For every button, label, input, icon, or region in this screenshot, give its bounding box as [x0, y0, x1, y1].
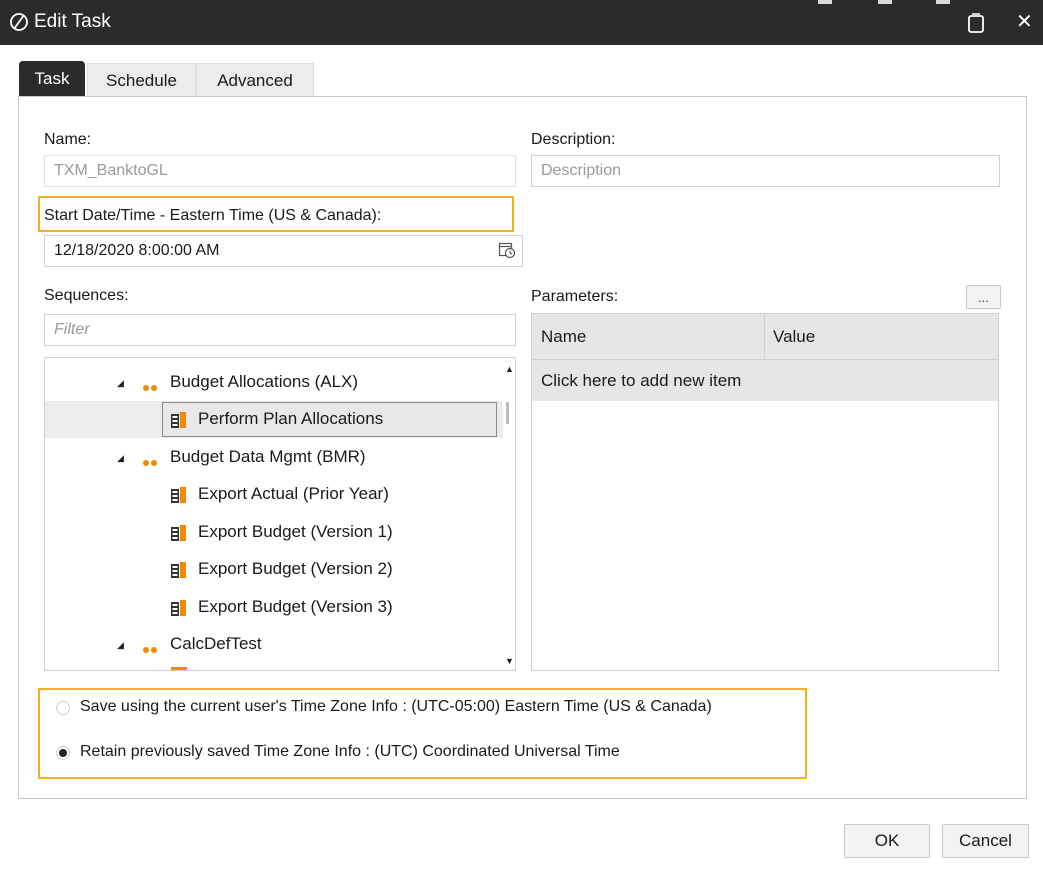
sequence-filter-input[interactable]: Filter [44, 314, 516, 346]
tree-scrollbar[interactable]: ▲ ▼ [503, 358, 515, 670]
calendar-clock-icon[interactable] [498, 241, 516, 259]
tree-item-perform-plan-allocations[interactable]: Perform Plan Allocations [45, 401, 503, 438]
name-field: TXM_BanktoGL [44, 155, 516, 187]
tree-item-export-actual[interactable]: Export Actual (Prior Year) [45, 476, 503, 513]
sequences-label: Sequences: [44, 287, 129, 304]
column-divider[interactable] [764, 314, 765, 359]
title-bar: Edit Task ✕ [0, 0, 1043, 45]
partial-tree-item-icon [171, 667, 187, 670]
tab-label: Schedule [106, 70, 177, 90]
timezone-retain-radio[interactable] [56, 746, 70, 760]
sequence-item-icon [171, 525, 186, 541]
parameters-more-button[interactable]: ... [966, 285, 1001, 309]
timezone-retain-label[interactable]: Retain previously saved Time Zone Info :… [80, 743, 620, 761]
filter-placeholder: Filter [54, 321, 90, 338]
scroll-up-icon[interactable]: ▲ [505, 364, 514, 374]
tab-schedule[interactable]: Schedule [87, 63, 196, 97]
tree-label: CalcDefTest [170, 634, 262, 653]
timezone-current-radio[interactable] [56, 701, 70, 715]
group-icon [143, 638, 159, 658]
expand-arrow-icon[interactable]: ◢ [117, 453, 124, 464]
tree-label: Export Budget (Version 1) [198, 522, 393, 541]
group-icon [143, 451, 159, 471]
app-logo-icon [10, 13, 28, 31]
cancel-button[interactable]: Cancel [942, 824, 1029, 858]
add-new-item-row[interactable]: Click here to add new item [532, 360, 998, 401]
tree-item-export-budget-v1[interactable]: Export Budget (Version 1) [45, 514, 503, 551]
sequence-item-icon [171, 412, 186, 428]
start-datetime-field[interactable]: 12/18/2020 8:00:00 AM [44, 235, 523, 267]
description-label: Description: [531, 131, 616, 148]
expand-arrow-icon[interactable]: ◢ [117, 378, 124, 389]
window-edge-mark [818, 0, 832, 4]
tree-label: Budget Allocations (ALX) [170, 372, 359, 391]
expand-arrow-icon[interactable]: ◢ [117, 640, 124, 651]
tree-label: Export Budget (Version 2) [198, 559, 393, 578]
tree-group-budget-data-mgmt[interactable]: ◢ Budget Data Mgmt (BMR) [45, 439, 503, 476]
scroll-down-icon[interactable]: ▼ [505, 656, 514, 666]
window-title: Edit Task [34, 11, 111, 32]
tree-group-budget-allocations[interactable]: ◢ Budget Allocations (ALX) [45, 364, 503, 401]
column-header-value[interactable]: Value [773, 327, 815, 347]
tree-label: Export Budget (Version 3) [198, 597, 393, 616]
add-new-item-label: Click here to add new item [541, 371, 742, 390]
name-value: TXM_BanktoGL [54, 162, 168, 179]
timezone-current-label[interactable]: Save using the current user's Time Zone … [80, 698, 712, 716]
tree-label: Budget Data Mgmt (BMR) [170, 447, 366, 466]
ok-button[interactable]: OK [844, 824, 930, 858]
window-edge-mark [878, 0, 892, 4]
name-label: Name: [44, 131, 92, 148]
grid-header: Name Value [532, 314, 998, 360]
tree-group-calcdeftest[interactable]: ◢ CalcDefTest [45, 626, 503, 663]
tree-item-export-budget-v3[interactable]: Export Budget (Version 3) [45, 589, 503, 626]
description-field[interactable]: Description [531, 155, 1000, 187]
start-datetime-value: 12/18/2020 8:00:00 AM [54, 242, 220, 259]
parameters-grid: Name Value Click here to add new item [531, 313, 999, 671]
parameters-label: Parameters: [531, 288, 619, 305]
tree-label: Perform Plan Allocations [198, 409, 384, 428]
tab-task[interactable]: Task [19, 61, 85, 96]
restore-icon[interactable] [966, 11, 986, 35]
sequence-item-icon [171, 562, 186, 578]
group-icon [143, 376, 159, 396]
tab-label: Advanced [217, 70, 293, 90]
tree-label: Export Actual (Prior Year) [198, 484, 389, 503]
sequence-tree[interactable]: ◢ Budget Allocations (ALX) Perform Plan … [44, 357, 516, 671]
tab-advanced[interactable]: Advanced [196, 63, 314, 97]
sequence-item-icon [171, 487, 186, 503]
column-header-name[interactable]: Name [541, 327, 586, 347]
description-placeholder: Description [541, 162, 622, 179]
scroll-thumb[interactable] [506, 402, 509, 424]
close-icon[interactable]: ✕ [1016, 9, 1033, 34]
tree-item-export-budget-v2[interactable]: Export Budget (Version 2) [45, 551, 503, 588]
start-datetime-label: Start Date/Time - Eastern Time (US & Can… [44, 207, 382, 224]
window-edge-mark [936, 0, 950, 4]
sequence-item-icon [171, 600, 186, 616]
tab-label: Task [34, 68, 70, 88]
